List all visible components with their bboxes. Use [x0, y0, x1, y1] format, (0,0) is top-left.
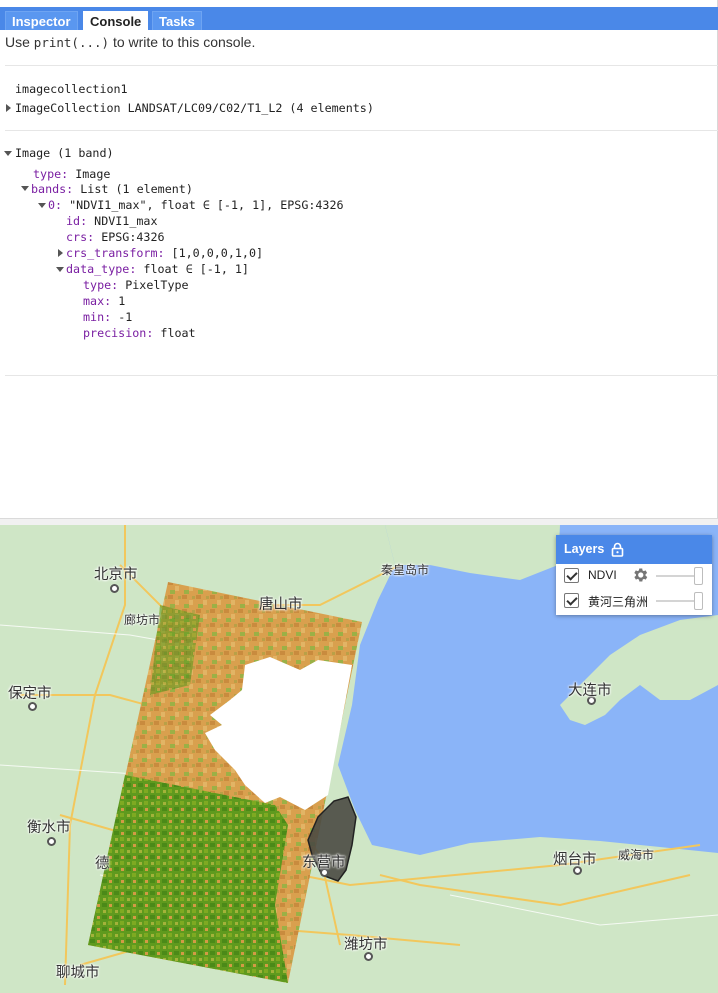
place-label: 秦皇岛市: [381, 563, 430, 577]
place-label: 唐山市: [259, 597, 303, 613]
city-marker: [28, 702, 37, 711]
place-label: 北京市: [94, 567, 138, 583]
layer-row-ndvi: NDVI: [556, 564, 712, 589]
layer-opacity-slider[interactable]: [656, 592, 703, 610]
layer-visibility-checkbox[interactable]: [564, 568, 579, 583]
place-label: 威海市: [618, 848, 655, 862]
place-label: 德: [95, 856, 110, 872]
prop-crs-transform[interactable]: crs_transform: [1,0,0,0,1,0]: [66, 246, 263, 260]
layer-visibility-checkbox[interactable]: [564, 593, 579, 608]
layer-row-delta: 黄河三角洲: [556, 589, 712, 614]
prop-precision: precision: float: [83, 326, 196, 340]
collapse-caret-icon[interactable]: [56, 267, 64, 272]
expand-caret-icon[interactable]: [58, 249, 63, 257]
band-0[interactable]: 0: "NDVI1_max", float ∈ [-1, 1], EPSG:43…: [48, 198, 344, 212]
place-label: 保定市: [8, 686, 52, 702]
divider: [5, 130, 718, 131]
expand-caret-icon[interactable]: [6, 104, 11, 112]
panel-resize-handle[interactable]: [0, 518, 718, 525]
collapse-caret-icon[interactable]: [38, 203, 46, 208]
hint-code: print(...): [33, 35, 110, 50]
collection-summary[interactable]: ImageCollection LANDSAT/LC09/C02/T1_L2 (…: [15, 101, 374, 115]
layers-title: Layers: [564, 542, 605, 556]
divider: [5, 375, 718, 376]
collapse-caret-icon[interactable]: [21, 186, 29, 191]
tab-console[interactable]: Console: [83, 11, 149, 30]
slider-thumb[interactable]: [694, 567, 703, 585]
tab-bar: Inspector Console Tasks: [0, 7, 718, 30]
console-panel: Inspector Console Tasks Use print(...) t…: [0, 0, 718, 518]
image-root[interactable]: Image (1 band): [15, 146, 114, 160]
prop-type: type: Image: [33, 167, 111, 181]
prop-bands[interactable]: bands: List (1 element): [31, 182, 193, 196]
prop-crs: crs: EPSG:4326: [66, 230, 165, 244]
slider-thumb[interactable]: [694, 592, 703, 610]
place-label: 廊坊市: [124, 613, 161, 627]
gear-icon[interactable]: [631, 566, 649, 584]
city-marker: [47, 837, 56, 846]
prop-max: max: 1: [83, 294, 126, 308]
prop-data-type[interactable]: data_type: float ∈ [-1, 1]: [66, 262, 249, 276]
divider: [5, 65, 718, 66]
place-label: 大连市: [568, 683, 612, 699]
prop-dt-type: type: PixelType: [83, 278, 189, 292]
place-label: 聊城市: [56, 965, 100, 981]
city-marker: [110, 584, 119, 593]
layer-opacity-slider[interactable]: [656, 567, 703, 585]
prop-min: min: -1: [83, 310, 133, 324]
collapse-caret-icon[interactable]: [4, 151, 12, 156]
layers-header[interactable]: Layers: [556, 535, 712, 564]
layers-panel: Layers NDVI 黄河三角洲: [556, 535, 712, 615]
output-label: imagecollection1: [15, 82, 128, 96]
place-label: 东营市: [302, 855, 346, 871]
prop-id: id: NDVI1_max: [66, 214, 158, 228]
tab-inspector[interactable]: Inspector: [5, 11, 78, 30]
place-label: 潍坊市: [344, 937, 388, 953]
layer-name: 黄河三角洲: [588, 595, 649, 609]
place-label: 衡水市: [27, 820, 71, 836]
place-label: 烟台市: [553, 852, 597, 868]
lock-icon[interactable]: [611, 542, 624, 557]
tab-tasks[interactable]: Tasks: [152, 11, 202, 30]
console-hint: Use print(...) to write to this console.: [5, 34, 256, 50]
layer-name: NDVI: [588, 568, 617, 582]
